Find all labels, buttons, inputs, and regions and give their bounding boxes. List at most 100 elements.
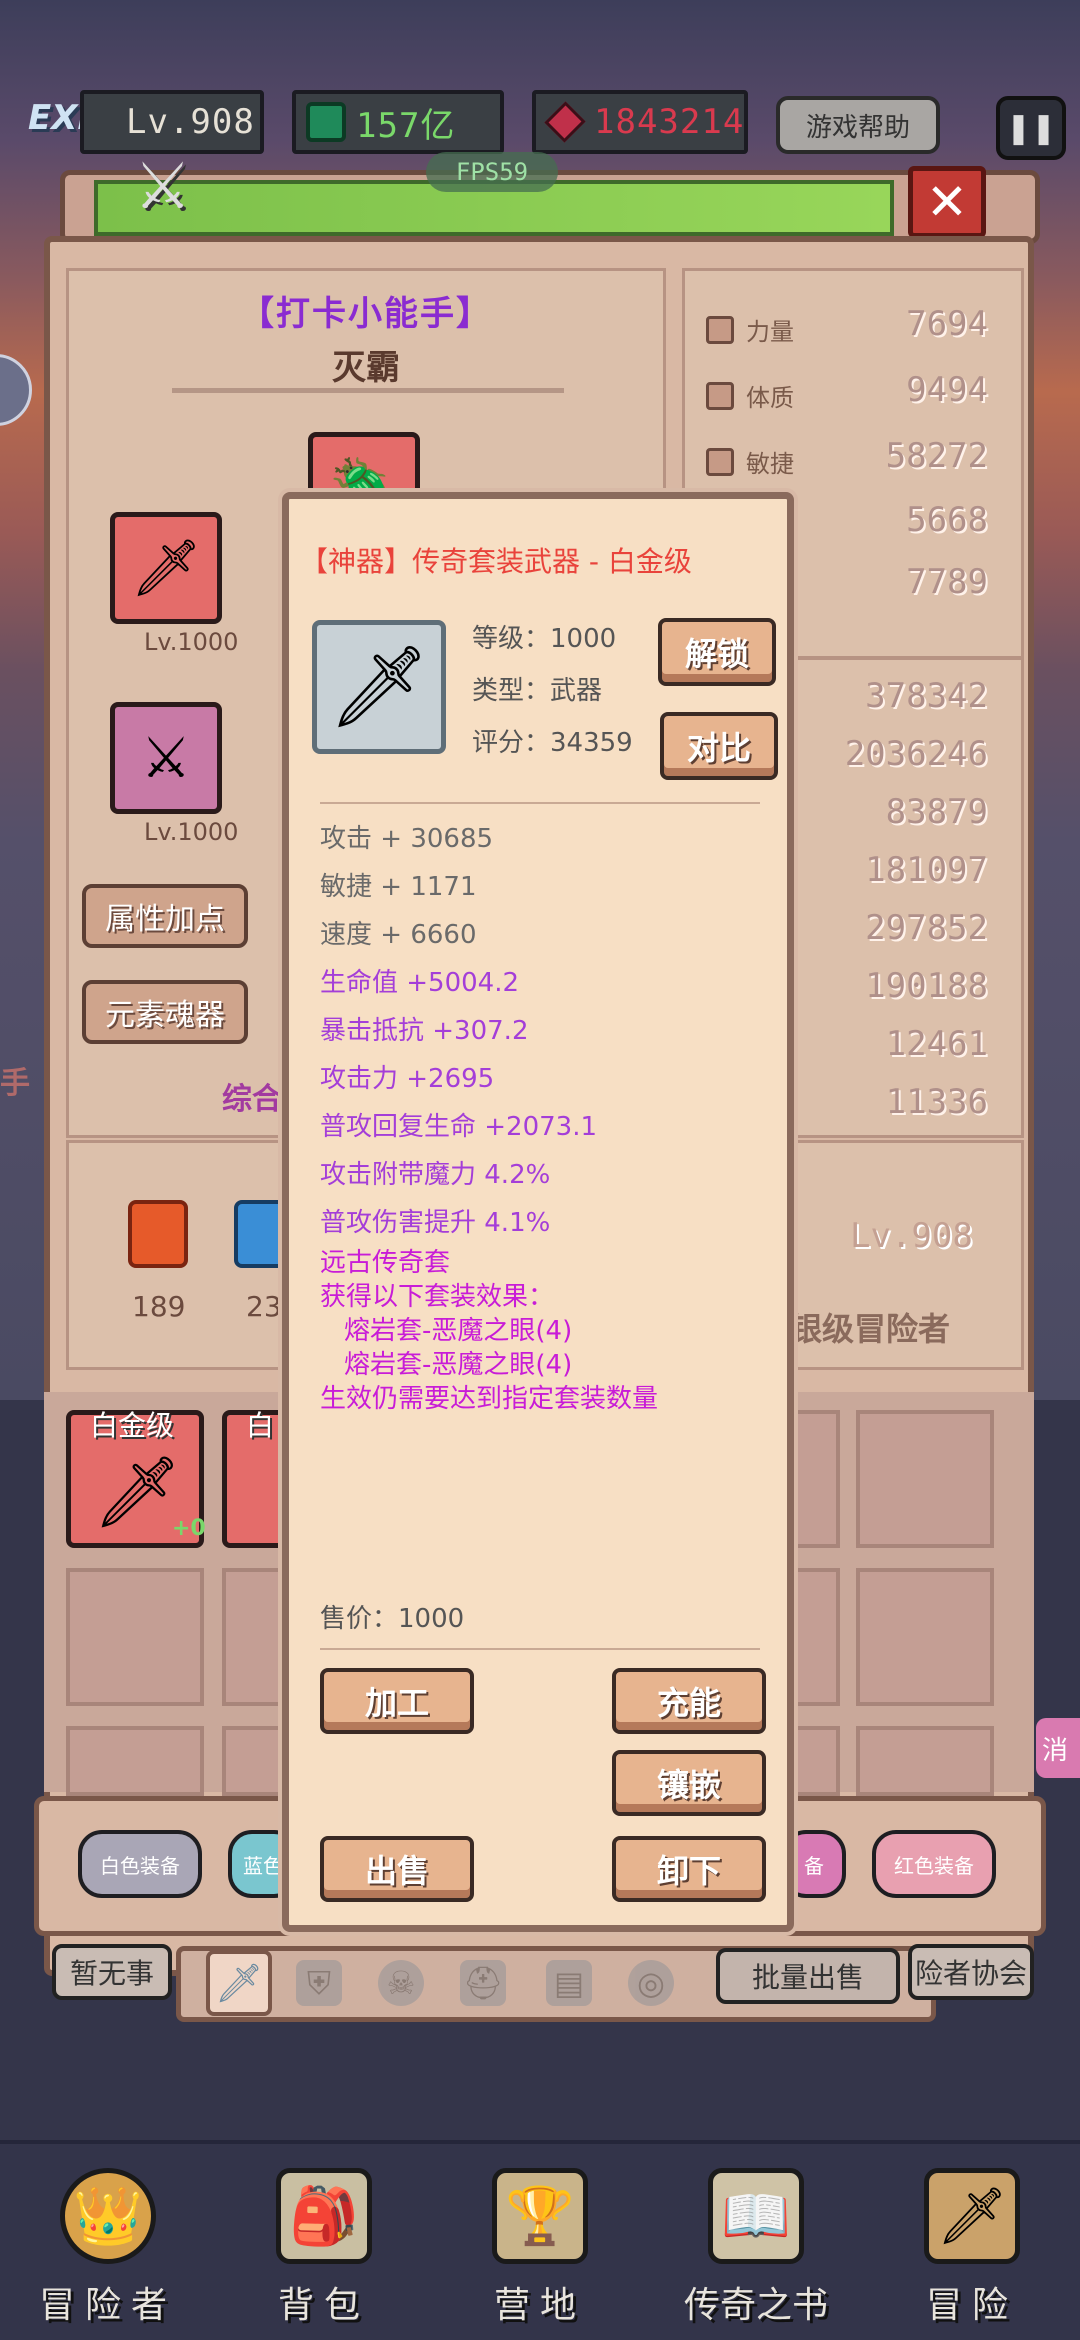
fire-count: 189 xyxy=(132,1290,186,1323)
stat-agility: 敏捷 xyxy=(706,444,794,479)
stat-value: 7694 xyxy=(906,304,988,344)
stat2-value: 378342 xyxy=(865,676,988,716)
tab-armor[interactable]: ⛨ xyxy=(296,1960,342,2006)
helmet-icon: 👑 xyxy=(60,2168,156,2264)
set-name: 远古传奇套 xyxy=(320,1248,451,1278)
inventory-slot[interactable] xyxy=(856,1568,994,1706)
nav-camp[interactable]: 🏆 营地 xyxy=(432,2140,648,2340)
stat-label: 力量 xyxy=(746,318,794,346)
stat-label: 体质 xyxy=(746,384,794,412)
close-button[interactable]: ✕ xyxy=(908,166,986,238)
attribute-points-button[interactable]: 属性加点 xyxy=(82,884,248,948)
shield-icon: ⛨ xyxy=(306,1963,331,2002)
weapon-slot[interactable]: 🗡 xyxy=(110,512,222,624)
item-type: 类型：武器 xyxy=(472,676,603,706)
charge-button[interactable]: 充能 xyxy=(612,1668,766,1734)
tab-chest[interactable]: ▤ xyxy=(546,1960,592,2006)
element-soul-button[interactable]: 元素魂器 xyxy=(82,980,248,1044)
stat-value: 7789 xyxy=(906,562,988,602)
set-effect-header: 获得以下套装效果： xyxy=(320,1282,555,1312)
nav-label: 冒险者 xyxy=(38,2285,177,2326)
sword-icon: 🗡 xyxy=(214,1960,264,2005)
sword-icon: 🗡 xyxy=(924,2168,1020,2264)
stat2-value: 297852 xyxy=(865,908,988,948)
daggers-icon: ⚔ xyxy=(140,725,192,791)
fire-element-icon[interactable] xyxy=(128,1200,188,1268)
inventory-slot[interactable] xyxy=(856,1726,994,1796)
close-icon: ✕ xyxy=(926,173,968,231)
inlay-button[interactable]: 镶嵌 xyxy=(612,1750,766,1816)
filter-white[interactable]: 白色装备 xyxy=(78,1830,202,1898)
base-stat: 敏捷 + 1171 xyxy=(320,872,477,902)
offhand-slot-level: Lv.1000 xyxy=(144,818,239,846)
emerald-icon xyxy=(306,102,346,142)
tab-accessory[interactable]: ⛑ xyxy=(460,1960,506,2006)
stat2-value: 190188 xyxy=(865,966,988,1006)
nav-legend-book[interactable]: 📖 传奇之书 xyxy=(648,2140,864,2340)
hero-name: 灭霸 xyxy=(332,348,400,388)
sell-button[interactable]: 出售 xyxy=(320,1836,474,1902)
stat-value: 58272 xyxy=(885,436,988,476)
offhand-slot[interactable]: ⚔ xyxy=(110,702,222,814)
heart-icon xyxy=(706,381,734,410)
stat-label: 敏捷 xyxy=(746,450,794,478)
game-help-button[interactable]: 游戏帮助 xyxy=(776,96,940,154)
stat2-value: 181097 xyxy=(865,850,988,890)
item-badge: 白 xyxy=(246,1409,275,1442)
green-sword-icon: 🗡 xyxy=(130,536,202,601)
crossed-swords-icon: ⚔ xyxy=(134,150,192,224)
bonus-stat: 普攻伤害提升 4.1% xyxy=(320,1208,551,1238)
side-tab[interactable]: 消 xyxy=(1036,1718,1080,1778)
hero-rank: 银级冒险者 xyxy=(790,1310,951,1348)
base-stat: 速度 + 6660 xyxy=(320,920,477,950)
green-sword-icon: 🗡 xyxy=(93,1451,182,1533)
item-plus: +0 xyxy=(172,1516,206,1541)
green-sword-icon: 🗡 xyxy=(328,640,430,733)
item-score: 评分：34359 xyxy=(472,728,633,758)
divider xyxy=(320,802,760,804)
stat-strength: 力量 xyxy=(706,312,794,347)
compare-button[interactable]: 对比 xyxy=(660,712,778,780)
pause-icon: ❚❚ xyxy=(1005,110,1057,146)
nav-adventure[interactable]: 🗡 冒险 xyxy=(864,2140,1080,2340)
hero-level-right: Lv.908 xyxy=(850,1216,973,1256)
sell-price: 售价：1000 xyxy=(320,1604,465,1634)
nav-backpack[interactable]: 🎒 背包 xyxy=(216,2140,432,2340)
unlock-button[interactable]: 解锁 xyxy=(658,618,776,686)
inventory-slot[interactable] xyxy=(66,1726,204,1796)
hero-title: 【打卡小能手】 xyxy=(240,294,492,334)
nav-label: 冒险 xyxy=(925,2285,1018,2326)
book-icon: 📖 xyxy=(708,2168,804,2264)
nav-label: 营地 xyxy=(493,2285,586,2326)
fps-counter: FPS59 xyxy=(426,152,558,192)
inventory-slot[interactable] xyxy=(856,1410,994,1548)
player-level: Lv.908 xyxy=(80,90,264,154)
bonus-stat: 攻击力 +2695 xyxy=(320,1064,495,1094)
nav-adventurer[interactable]: 👑 冒险者 xyxy=(0,2140,216,2340)
item-title: 【神器】传奇套装武器 - 白金级 xyxy=(300,545,692,578)
tab-weapon[interactable]: 🗡 xyxy=(206,1950,272,2016)
process-button[interactable]: 加工 xyxy=(320,1668,474,1734)
skull-icon: ☠ xyxy=(386,1964,416,2002)
set-effect: 熔岩套-恶魔之眼(4) xyxy=(344,1350,573,1380)
set-requirement: 生效仍需要达到指定套装数量 xyxy=(320,1384,659,1414)
bulk-sell-button[interactable]: 批量出售 xyxy=(716,1948,900,2004)
stat2-value: 11336 xyxy=(885,1082,988,1122)
chest-icon: ▤ xyxy=(553,1964,585,2002)
stat-constitution: 体质 xyxy=(706,378,794,413)
tab-ring[interactable]: ◎ xyxy=(628,1960,674,2006)
nav-label: 背包 xyxy=(277,2285,370,2326)
filter-red[interactable]: 红色装备 xyxy=(872,1830,996,1898)
strength-icon xyxy=(706,315,734,344)
guild-board[interactable]: 险者协会 xyxy=(908,1944,1034,2000)
unequip-button[interactable]: 卸下 xyxy=(612,1836,766,1902)
inventory-slot[interactable] xyxy=(66,1568,204,1706)
bonus-stat: 暴击抵抗 +307.2 xyxy=(320,1016,529,1046)
tab-helmet[interactable]: ☠ xyxy=(378,1960,424,2006)
bonus-stat: 生命值 +5004.2 xyxy=(320,968,520,998)
pause-button[interactable]: ❚❚ xyxy=(996,96,1066,160)
event-board[interactable]: 暂无事 xyxy=(52,1944,172,2000)
bonus-stat: 攻击附带魔力 4.2% xyxy=(320,1160,551,1190)
side-hint-text: 手 xyxy=(0,1066,30,1101)
name-underline xyxy=(172,388,564,393)
